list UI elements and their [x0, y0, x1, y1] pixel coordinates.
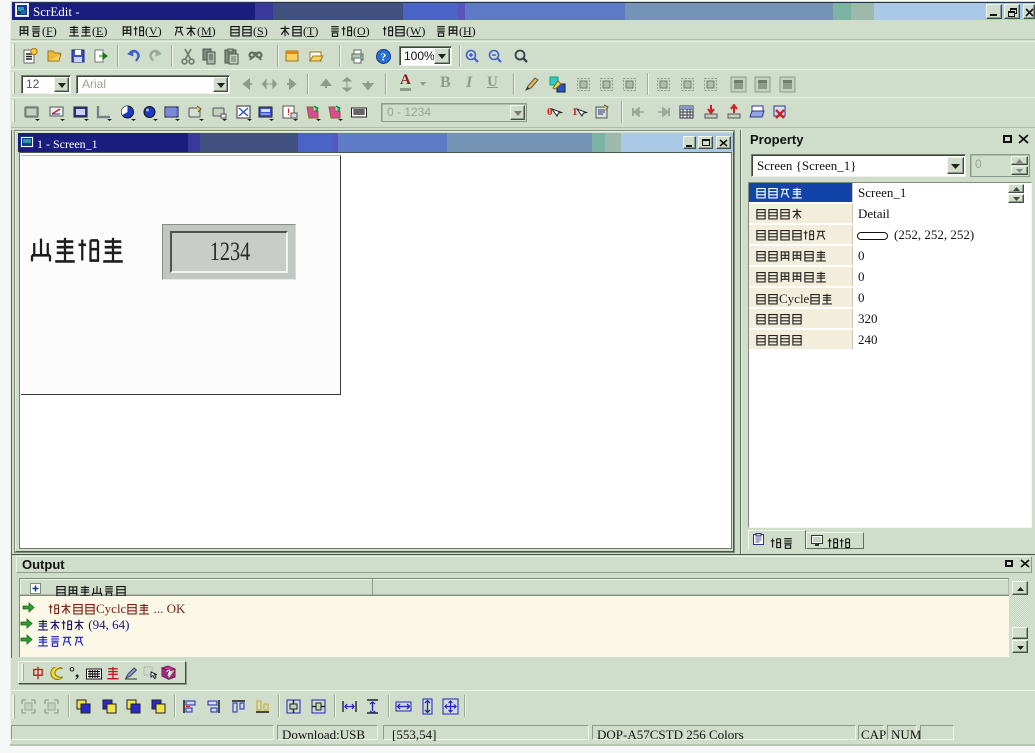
svg-text:0: 0	[547, 106, 553, 118]
svg-text:?: ?	[166, 669, 171, 678]
svg-text:1: 1	[572, 106, 578, 118]
svg-text:?: ?	[381, 52, 387, 64]
svg-text:!: !	[287, 107, 290, 117]
